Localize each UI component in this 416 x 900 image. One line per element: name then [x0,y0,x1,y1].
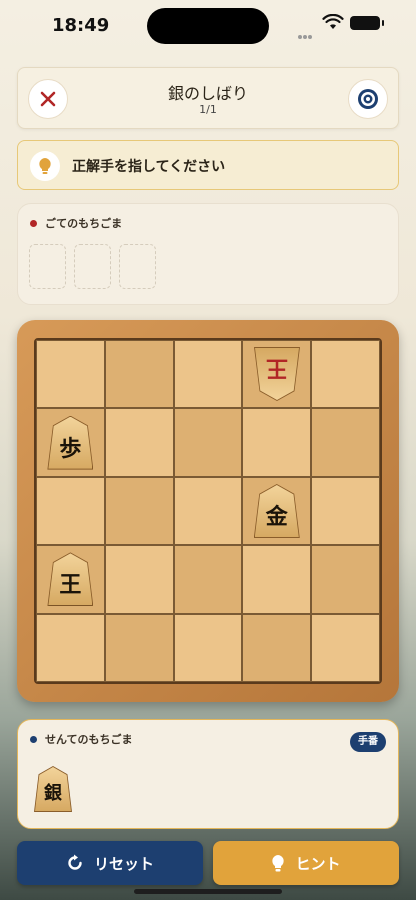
board-cell[interactable] [173,340,243,409]
bulb-badge [30,151,60,181]
lightbulb-icon [39,158,51,174]
puzzle-header: 銀のしばり 1/1 [17,67,399,129]
board-cell[interactable] [104,476,174,546]
shogi-board: 王歩金王 [34,338,382,684]
target-button[interactable] [348,79,388,119]
piece-char: 歩 [59,435,82,462]
board-cell[interactable] [311,545,380,614]
signal-dots-icon [298,24,316,39]
hint-button[interactable]: ヒント [213,841,399,885]
board-cell[interactable] [173,613,243,682]
hint-label: ヒント [295,854,341,873]
board-cell[interactable] [36,340,105,409]
board-cell[interactable] [242,545,312,614]
gote-hand-label-text: ごてのもちごま [45,217,123,230]
reset-label: リセット [93,854,154,873]
gote-dot-icon [30,219,37,227]
sente-hand-label: せんてのもちごま [30,731,132,747]
reset-icon [68,854,82,870]
board-cell[interactable] [242,613,312,682]
sente-hand-label-text: せんてのもちごま [45,733,133,746]
gote-hand-slot [74,244,111,289]
board-cell[interactable] [104,613,174,682]
piece-char: 金 [265,503,288,530]
puzzle-progress: 1/1 [199,103,217,116]
gote-hand-label: ごてのもちごま [30,215,122,231]
piece-char: 王 [265,355,288,382]
gote-hand-slot [119,244,156,289]
puzzle-title: 銀のしばり [167,84,248,103]
board-cell[interactable] [36,613,105,682]
board-cell[interactable] [36,476,105,546]
reset-button[interactable]: リセット [17,841,203,885]
board-cell[interactable] [104,340,174,409]
board-cell[interactable]: 金 [242,476,312,546]
instruction-banner: 正解手を指してください [17,140,399,190]
hand-piece-silver[interactable]: 銀 [34,766,72,812]
sente-hand-area: せんてのもちごま 手番 銀 [17,719,399,829]
status-bar: 18:49 [0,0,416,56]
board-cell[interactable] [104,545,174,614]
status-time: 18:49 [52,15,110,36]
board-cell[interactable] [173,476,243,546]
piece-char: 王 [59,572,82,599]
board-cell[interactable] [173,545,243,614]
lightbulb-icon [272,854,285,871]
board-cell[interactable] [311,408,380,477]
board-cell[interactable] [311,476,380,546]
gote-hand-area: ごてのもちごま [17,203,399,305]
instruction-text: 正解手を指してください [72,159,226,175]
board-cell[interactable] [311,613,380,682]
sente-dot-icon [30,735,37,743]
board-cell[interactable] [104,408,174,477]
board-cell[interactable]: 王 [36,545,105,614]
target-icon [358,89,378,109]
board-cell[interactable]: 歩 [36,408,105,477]
battery-icon [350,16,384,30]
home-indicator [134,889,282,894]
board-cell[interactable] [173,408,243,477]
board-cell[interactable]: 王 [242,340,312,409]
board-cell[interactable] [311,340,380,409]
gote-hand-slot [29,244,66,289]
board-frame: 王歩金王 [17,320,399,702]
turn-badge: 手番 [350,732,386,752]
board-cell[interactable] [242,408,312,477]
wifi-icon [322,14,344,29]
dynamic-island [147,8,269,44]
piece-char: 銀 [44,783,62,804]
